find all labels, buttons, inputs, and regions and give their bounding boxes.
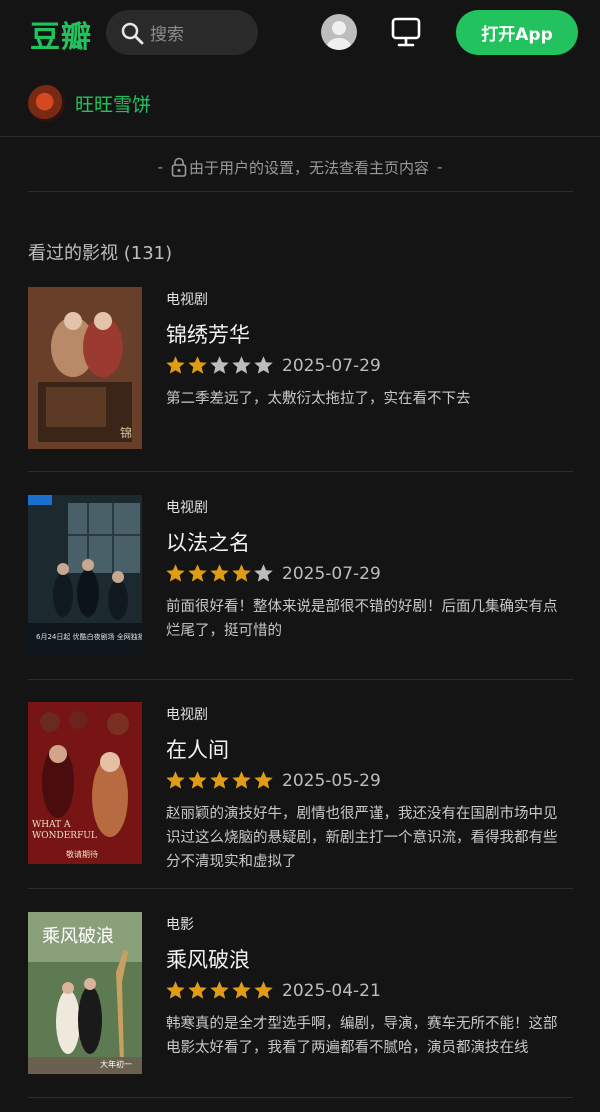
privacy-text: 由于用户的设置，无法查看主页内容	[188, 158, 429, 177]
star-filled-icon	[188, 356, 207, 374]
watch-date: 2025-04-21	[282, 980, 381, 1001]
item-type: 电视剧	[166, 707, 208, 723]
poster-image[interactable]: WHAT A WONDERFUL 敬请期待	[28, 702, 142, 864]
divider	[0, 136, 600, 137]
star-filled-icon	[188, 564, 207, 582]
privacy-dash-right: -	[437, 158, 443, 176]
douban-logo[interactable]: 豆瓣	[30, 12, 92, 56]
star-filled-icon	[210, 771, 229, 789]
item-type: 电视剧	[166, 292, 208, 308]
poster-caption: 6月24日起 优酷白夜剧场 全网独播	[36, 632, 142, 641]
user-row[interactable]: 旺旺雪饼	[28, 84, 151, 122]
star-filled-icon	[254, 981, 273, 999]
item-comment: 赵丽颖的演技好牛，剧情也很严谨，我还没有在国剧市场中见识过这么烧脑的悬疑剧，新剧…	[166, 806, 558, 870]
lock-icon	[171, 157, 187, 177]
star-rating	[165, 980, 275, 1001]
monitor-icon[interactable]	[389, 15, 423, 49]
list-item[interactable]: 乘风破浪 大年初一 电影 乘风破浪 2025-04-21 韩寒真的是全才型选手啊…	[28, 912, 573, 1082]
search-box[interactable]: 搜索	[106, 10, 258, 55]
account-avatar-icon[interactable]	[321, 14, 357, 50]
divider	[28, 888, 573, 889]
search-placeholder: 搜索	[150, 25, 184, 45]
watch-date: 2025-07-29	[282, 563, 381, 584]
item-title[interactable]: 以法之名	[166, 527, 250, 557]
rating: 2025-07-29	[165, 563, 381, 584]
star-empty-icon	[254, 356, 273, 374]
star-filled-icon	[254, 771, 273, 789]
item-title[interactable]: 在人间	[166, 734, 229, 764]
star-filled-icon	[166, 564, 185, 582]
divider	[28, 191, 573, 192]
watch-date: 2025-05-29	[282, 770, 381, 791]
poster-image[interactable]: 乘风破浪 大年初一	[28, 912, 142, 1074]
svg-text:WHAT A: WHAT A	[32, 820, 71, 830]
svg-text:乘风破浪: 乘风破浪	[42, 926, 114, 947]
item-title[interactable]: 锦绣芳华	[166, 319, 250, 349]
item-comment: 前面很好看！整体来说是部很不错的好剧！后面几集确实有点烂尾了，挺可惜的	[166, 599, 558, 639]
star-filled-icon	[232, 564, 251, 582]
item-type: 电影	[166, 917, 194, 933]
star-filled-icon	[188, 981, 207, 999]
item-title[interactable]: 乘风破浪	[166, 944, 250, 974]
rating: 2025-04-21	[165, 980, 381, 1001]
star-filled-icon	[210, 981, 229, 999]
list-item[interactable]: 锦 电视剧 锦绣芳华 2025-07-29 第二季差远了，太敷衍太拖拉了，实在看…	[28, 287, 573, 457]
open-app-button[interactable]: 打开App	[456, 10, 578, 55]
star-filled-icon	[166, 981, 185, 999]
divider	[28, 1097, 573, 1098]
privacy-notice: - 由于用户的设置，无法查看主页内容 -	[0, 153, 600, 181]
user-name[interactable]: 旺旺雪饼	[75, 90, 151, 117]
list-item[interactable]: WHAT A WONDERFUL 敬请期待 电视剧 在人间 2025-05-29…	[28, 702, 573, 872]
list-item[interactable]: 6月24日起 优酷白夜剧场 全网独播 电视剧 以法之名 2025-07-29 前…	[28, 495, 573, 665]
svg-text:WONDERFUL: WONDERFUL	[32, 831, 97, 841]
rating: 2025-05-29	[165, 770, 381, 791]
top-bar: 豆瓣 搜索 打开App	[0, 0, 600, 66]
poster-caption: 大年初一	[100, 1059, 132, 1069]
search-icon	[121, 22, 144, 44]
rating: 2025-07-29	[165, 355, 381, 376]
star-empty-icon	[232, 356, 251, 374]
section-title: 看过的影视 (131)	[28, 243, 173, 264]
privacy-dash-left: -	[157, 158, 163, 176]
item-comment: 第二季差远了，太敷衍太拖拉了，实在看不下去	[166, 391, 471, 407]
star-filled-icon	[232, 981, 251, 999]
poster-caption: 敬请期待	[66, 849, 98, 859]
divider	[28, 471, 573, 472]
item-comment: 韩寒真的是全才型选手啊，编剧，导演，赛车无所不能！这部电影太好看了，我看了两遍都…	[166, 1016, 558, 1056]
star-filled-icon	[232, 771, 251, 789]
star-filled-icon	[166, 356, 185, 374]
star-empty-icon	[254, 564, 273, 582]
svg-text:锦: 锦	[120, 426, 132, 440]
item-type: 电视剧	[166, 500, 208, 516]
star-rating	[165, 355, 275, 376]
star-empty-icon	[210, 356, 229, 374]
watch-date: 2025-07-29	[282, 355, 381, 376]
star-filled-icon	[166, 771, 185, 789]
star-rating	[165, 563, 275, 584]
poster-image[interactable]: 锦	[28, 287, 142, 449]
star-rating	[165, 770, 275, 791]
star-filled-icon	[188, 771, 207, 789]
user-avatar[interactable]	[28, 84, 65, 122]
divider	[28, 679, 573, 680]
poster-image[interactable]: 6月24日起 优酷白夜剧场 全网独播	[28, 495, 142, 657]
star-filled-icon	[210, 564, 229, 582]
